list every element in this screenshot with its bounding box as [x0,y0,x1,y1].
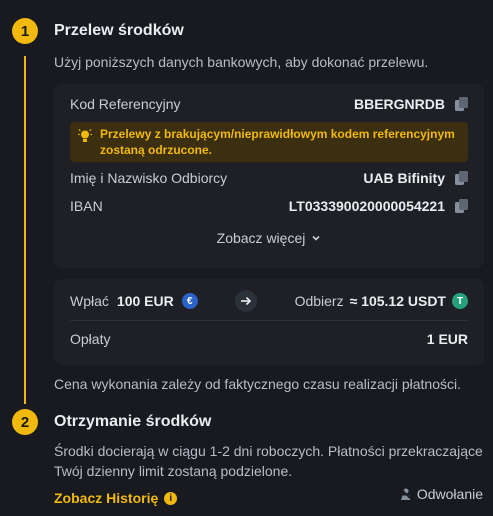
recipient-value: UAB Bifinity [363,170,445,186]
deposit-steps-panel: 1 Przelew środków Użyj poniższych danych… [0,0,493,516]
step-1-title: Przelew środków [54,22,184,39]
bank-details-card: Kod Referencyjny BBERGNRDB Przelewy z br… [54,84,484,268]
copy-icon[interactable] [455,199,468,213]
copy-icon[interactable] [455,171,468,185]
conversion-row: Wpłać 100 EUR € Odbierz ≈ 105.12 USDT T [70,290,468,312]
recipient-row: Imię i Nazwisko Odbiorcy UAB Bifinity [70,168,468,188]
step-2-badge: 2 [12,409,38,435]
reference-row: Kod Referencyjny BBERGNRDB [70,94,468,114]
iban-value: LT033390020000054221 [288,198,445,214]
reference-label: Kod Referencyjny [70,96,181,112]
fee-row: Opłaty 1 EUR [70,329,468,349]
iban-row: IBAN LT033390020000054221 [70,196,468,216]
step-connector-line [24,56,26,404]
show-more-label: Zobacz więcej [216,230,306,246]
summary-card: Wpłać 100 EUR € Odbierz ≈ 105.12 USDT T … [54,279,484,365]
fee-value: 1 EUR [426,331,468,347]
copy-icon[interactable] [455,97,468,111]
fee-label: Opłaty [70,331,111,347]
price-note: Cena wykonania zależy od faktycznego cza… [54,376,461,392]
receive-amount: ≈ 105.12 USDT [349,293,446,309]
show-more-button[interactable]: Zobacz więcej [54,230,484,246]
summary-divider [70,320,468,321]
cancel-label: Odwołanie [416,486,483,502]
deposit-amount: 100 EUR [116,293,174,309]
arrow-right-icon [235,290,258,312]
eur-coin-icon: € [181,293,198,309]
iban-label: IBAN [70,198,103,214]
view-history-link[interactable]: Zobacz Historię i [54,490,178,506]
step-2-subtitle: Środki docierają w ciągu 1-2 dni roboczy… [54,443,483,479]
step-1-subtitle: Użyj poniższych danych bankowych, aby do… [54,54,429,70]
info-icon[interactable]: i [164,491,178,505]
recipient-label: Imię i Nazwisko Odbiorcy [70,170,228,186]
reference-warning: Przelewy z brakującym/nieprawidłowym kod… [70,122,468,162]
chevron-down-icon [312,235,320,241]
view-history-label: Zobacz Historię [54,490,159,506]
deposit-label: Wpłać [70,293,109,309]
step-2-title: Otrzymanie środków [54,413,212,430]
receive-label: Odbierz [294,293,344,309]
cancel-icon [399,487,412,501]
reference-value: BBERGNRDB [354,96,445,112]
warning-text: Przelewy z brakującym/nieprawidłowym kod… [100,127,455,157]
cancel-button[interactable]: Odwołanie [399,486,483,502]
lightbulb-icon [78,129,92,142]
usdt-coin-icon: T [452,293,468,309]
step-1-badge: 1 [12,18,38,44]
